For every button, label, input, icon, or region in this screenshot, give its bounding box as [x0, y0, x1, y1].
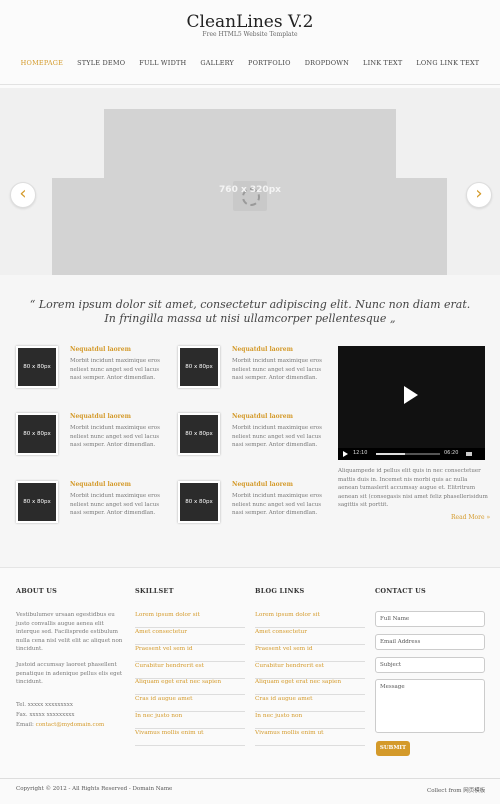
feature-text: Morbit incidunt maximique eros neliest n…	[232, 425, 322, 448]
volume-icon[interactable]	[466, 452, 472, 456]
footer-divider	[0, 778, 500, 779]
about-fax: Fax. xxxxx xxxxxxxxx	[16, 712, 75, 718]
skillset-link[interactable]: Aliquam eget erat nec sapien	[135, 678, 245, 695]
feature-title[interactable]: Nequatdul laorem	[232, 413, 293, 420]
feature-item: 80 x 80px Nequatdul laorem Morbit incidu…	[16, 413, 166, 473]
blog-link[interactable]: Aliquam eget erat nec sapien	[255, 678, 365, 695]
feature-item: 80 x 80px Nequatdul laorem Morbit incidu…	[178, 481, 328, 541]
slide-placeholder-top	[104, 109, 396, 179]
blog-link[interactable]: Amet consectetur	[255, 628, 365, 645]
email-label: Email:	[16, 722, 34, 728]
blog-link[interactable]: Praesent vel sem id	[255, 645, 365, 662]
email-field[interactable]: Email Address	[375, 634, 485, 650]
nav-item-full-width[interactable]: FULL WIDTH	[132, 59, 193, 67]
nav-item-portfolio[interactable]: PORTFOLIO	[241, 59, 298, 67]
skillset-link[interactable]: Amet consectetur	[135, 628, 245, 645]
slide-size-label: 760 x 320px	[219, 185, 281, 195]
video-description: Aliquampede id pellus elit quis in nec c…	[338, 468, 488, 508]
skillset-link[interactable]: Praesent vel sem id	[135, 645, 245, 662]
feature-title[interactable]: Nequatdul laorem	[70, 481, 131, 488]
subject-field[interactable]: Subject	[375, 657, 485, 673]
blog-links-title: BLOG LINKS	[255, 587, 305, 595]
feature-text: Morbit incidunt maximique eros neliest n…	[70, 493, 160, 516]
quote-line-1: “ Lorem ipsum dolor sit amet, consectetu…	[29, 298, 471, 311]
nav-item-long-link-text[interactable]: LONG LINK TEXT	[409, 59, 486, 67]
feature-thumbnail[interactable]: 80 x 80px	[16, 413, 58, 455]
read-more-link[interactable]: Read More »	[451, 514, 490, 521]
feature-title[interactable]: Nequatdul laorem	[232, 346, 293, 353]
credit-text[interactable]: Collect from 网页模板	[427, 786, 485, 794]
site-title[interactable]: CleanLines V.2	[0, 12, 500, 32]
copyright-text: Copyright © 2012 - All Rights Reserved -…	[16, 786, 173, 792]
feature-thumbnail[interactable]: 80 x 80px	[16, 346, 58, 388]
feature-thumbnail[interactable]: 80 x 80px	[178, 481, 220, 523]
nav-item-dropdown[interactable]: DROPDOWN	[298, 59, 356, 67]
play-icon[interactable]	[404, 386, 418, 404]
feature-title[interactable]: Nequatdul laorem	[70, 413, 131, 420]
about-tel: Tel. xxxxx xxxxxxxxx	[16, 702, 73, 708]
blog-link[interactable]: Lorem ipsum dolor sit	[255, 611, 365, 628]
chevron-right-icon[interactable]: ›	[466, 182, 492, 208]
feature-item: 80 x 80px Nequatdul laorem Morbit incidu…	[16, 346, 166, 406]
feature-text: Morbit incidunt maximique eros neliest n…	[232, 493, 322, 516]
control-play-icon[interactable]	[343, 451, 348, 457]
video-current-time: 12:10	[353, 450, 368, 456]
nav-item-gallery[interactable]: GALLERY	[193, 59, 241, 67]
email-link[interactable]: contact@mydomain.com	[36, 722, 105, 728]
blog-link[interactable]: Curabitur hendrerit est	[255, 662, 365, 679]
main-nav: HOMEPAGE STYLE DEMO FULL WIDTH GALLERY P…	[0, 59, 500, 67]
contact-title: CONTACT US	[375, 587, 426, 595]
feature-item: 80 x 80px Nequatdul laorem Morbit incidu…	[178, 413, 328, 473]
video-duration: 06:20	[444, 450, 459, 456]
nav-item-homepage[interactable]: HOMEPAGE	[14, 59, 70, 67]
skillset-link[interactable]: In nec justo non	[135, 712, 245, 729]
nav-divider	[0, 84, 500, 85]
skillset-link[interactable]: Lorem ipsum dolor sit	[135, 611, 245, 628]
feature-title[interactable]: Nequatdul laorem	[70, 346, 131, 353]
message-field[interactable]: Message	[375, 679, 485, 733]
site-header: CleanLines V.2 Free HTML5 Website Templa…	[0, 0, 500, 88]
feature-thumbnail[interactable]: 80 x 80px	[178, 346, 220, 388]
blog-link[interactable]: In nec justo non	[255, 712, 365, 729]
skillset-link[interactable]: Curabitur hendrerit est	[135, 662, 245, 679]
feature-item: 80 x 80px Nequatdul laorem Morbit incidu…	[16, 481, 166, 541]
feature-text: Morbit incidunt maximique eros neliest n…	[70, 358, 160, 381]
image-slider[interactable]: 760 x 320px ‹ ›	[0, 88, 500, 275]
feature-text: Morbit incidunt maximique eros neliest n…	[70, 425, 160, 448]
video-player[interactable]: 12:10 06:20	[338, 346, 485, 460]
nav-item-style-demo[interactable]: STYLE DEMO	[70, 59, 132, 67]
about-paragraph-1: Vestibulumev ursaan egestidbus eu justo …	[16, 612, 123, 652]
feature-thumbnail[interactable]: 80 x 80px	[16, 481, 58, 523]
quote-line-2: In fringilla massa ut nisi ullamcorper p…	[104, 312, 396, 325]
site-subtitle: Free HTML5 Website Template	[202, 31, 298, 38]
video-progress-bar[interactable]	[376, 453, 440, 455]
blog-link[interactable]: Vivamus mollis enim ut	[255, 729, 365, 746]
skillset-link[interactable]: Cras id augue amet	[135, 695, 245, 712]
submit-button[interactable]: SUBMIT	[376, 741, 410, 756]
video-controls: 12:10 06:20	[338, 448, 485, 460]
skillset-link[interactable]: Vivamus mollis enim ut	[135, 729, 245, 746]
about-paragraph-2: Justoid accumsay laoreet phasellent pena…	[16, 662, 123, 685]
feature-item: 80 x 80px Nequatdul laorem Morbit incidu…	[178, 346, 328, 406]
skillset-title: SKILLSET	[135, 587, 174, 595]
full-name-field[interactable]: Full Name	[375, 611, 485, 627]
about-title: ABOUT US	[16, 587, 58, 595]
feature-thumbnail[interactable]: 80 x 80px	[178, 413, 220, 455]
about-email-row: Email: contact@mydomain.com	[16, 721, 124, 730]
feature-text: Morbit incidunt maximique eros neliest n…	[232, 358, 322, 381]
feature-title[interactable]: Nequatdul laorem	[232, 481, 293, 488]
blog-link[interactable]: Cras id augue amet	[255, 695, 365, 712]
chevron-left-icon[interactable]: ‹	[10, 182, 36, 208]
video-progress-fill	[376, 453, 405, 455]
nav-item-link-text[interactable]: LINK TEXT	[356, 59, 409, 67]
intro-quote: “ Lorem ipsum dolor sit amet, consectetu…	[0, 298, 500, 326]
